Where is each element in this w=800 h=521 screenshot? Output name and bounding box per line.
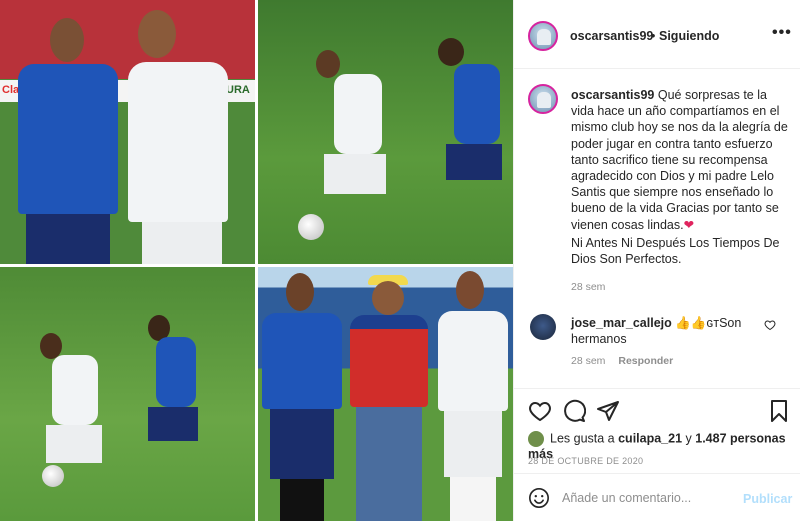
post-header: oscarsantis99 • Siguiendo ••• — [514, 0, 800, 69]
player-white — [122, 10, 234, 264]
liked-by-username[interactable]: cuilapa_21 — [618, 431, 682, 445]
photo-1: Clar URA — [0, 0, 255, 264]
photo-2 — [258, 0, 513, 264]
more-options-icon[interactable]: ••• — [772, 24, 792, 42]
caption-body: Qué sorpresas te la vida hace un año com… — [571, 88, 788, 232]
caption-second-line: Ni Antes Ni Después Los Tiempos De Dios … — [571, 236, 780, 267]
post-panel: oscarsantis99 • Siguiendo ••• oscarsanti… — [513, 0, 800, 521]
comment-timestamp[interactable]: 28 sem — [571, 355, 605, 367]
caption-text: oscarsantis99 Qué sorpresas te la vida h… — [571, 87, 793, 233]
caption-username[interactable]: oscarsantis99 — [571, 88, 654, 102]
player-blue-chase — [120, 315, 230, 505]
heart-icon[interactable] — [528, 399, 552, 423]
ball — [42, 465, 64, 487]
comment-text: jose_mar_callejo 👍👍ɢᴛSon hermanos — [571, 315, 771, 347]
header-username[interactable]: oscarsantis99 — [570, 29, 653, 43]
commenter-avatar[interactable] — [530, 314, 556, 340]
emoji-icon[interactable] — [528, 487, 550, 509]
following-button[interactable]: Siguiendo — [659, 29, 719, 43]
player-blue-action — [438, 38, 508, 248]
liker-avatar[interactable] — [528, 431, 544, 447]
add-comment-bar: Publicar — [514, 473, 800, 521]
reply-button[interactable]: Responder — [618, 355, 673, 367]
comment-input[interactable] — [562, 486, 732, 510]
heart-emoji: ❤ — [683, 217, 695, 232]
share-icon[interactable] — [596, 399, 620, 423]
player-blue — [18, 18, 118, 264]
player-white-dribble — [30, 333, 120, 513]
comment-icon[interactable] — [562, 399, 586, 423]
separator-dot: • — [651, 29, 656, 43]
comment-like-icon[interactable] — [764, 319, 776, 331]
post-media[interactable]: Clar URA — [0, 0, 513, 521]
likes-prefix: Les gusta a — [550, 431, 619, 446]
commenter-username[interactable]: jose_mar_callejo — [571, 316, 672, 330]
player-blue-standing — [262, 273, 342, 521]
post-date[interactable]: 28 DE OCTUBRE DE 2020 — [528, 456, 643, 466]
post-comment-button[interactable]: Publicar — [743, 492, 792, 506]
likes-middle: y — [682, 431, 696, 446]
photo-3 — [0, 267, 255, 521]
man-red-shirt — [350, 275, 428, 521]
ball — [298, 214, 324, 240]
player-white-standing — [438, 271, 508, 521]
comment-meta: 28 sem Responder — [571, 355, 683, 367]
caption-timestamp[interactable]: 28 sem — [571, 281, 605, 293]
caption-avatar[interactable] — [528, 84, 558, 114]
bookmark-icon[interactable] — [767, 399, 791, 423]
avatar[interactable] — [528, 21, 558, 51]
photo-4 — [258, 267, 513, 521]
